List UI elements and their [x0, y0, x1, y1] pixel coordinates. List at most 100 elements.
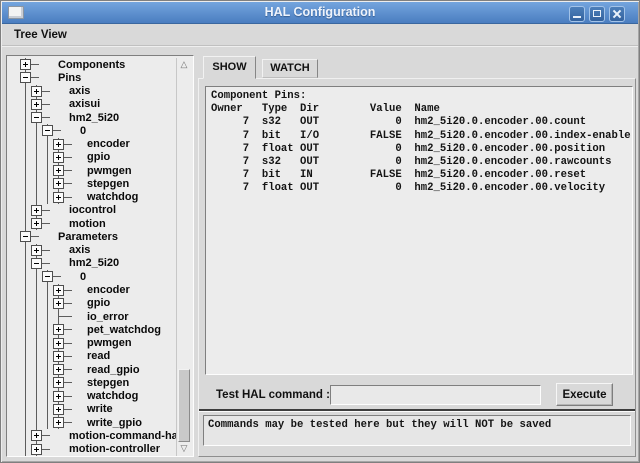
tree-item[interactable]: gpio	[9, 297, 178, 310]
tree-guide-line	[25, 323, 26, 336]
tree-guide-line	[47, 310, 48, 323]
tree-item[interactable]: encoder	[9, 138, 178, 151]
tree-item[interactable]: gpio	[9, 151, 178, 164]
tree-item[interactable]: hm2_5i20	[9, 257, 178, 270]
tree-item[interactable]: Components	[9, 58, 178, 71]
tree-guide-line	[25, 416, 26, 429]
expand-icon[interactable]	[31, 430, 42, 441]
tree-stub-line	[42, 449, 50, 450]
close-button[interactable]	[609, 6, 625, 22]
expand-icon[interactable]	[53, 338, 64, 349]
tree-item[interactable]: write_gpio	[9, 416, 178, 429]
tree-item[interactable]: iocontrol	[9, 204, 178, 217]
maximize-button[interactable]	[589, 6, 605, 22]
expand-icon[interactable]	[53, 364, 64, 375]
expand-icon[interactable]	[20, 59, 31, 70]
expand-icon[interactable]	[53, 165, 64, 176]
tree-item[interactable]: stepgen	[9, 376, 178, 389]
tree-guide-line	[47, 151, 48, 164]
expand-icon[interactable]	[53, 192, 64, 203]
tree-item[interactable]: pwmgen	[9, 164, 178, 177]
tree-item[interactable]: write	[9, 403, 178, 416]
expand-icon[interactable]	[53, 298, 64, 309]
tree-guide-line	[36, 191, 37, 204]
scroll-down-icon[interactable]: ▽	[177, 442, 191, 456]
scrollbar-thumb[interactable]	[178, 369, 190, 442]
collapse-icon[interactable]	[42, 271, 53, 282]
collapse-icon[interactable]	[31, 258, 42, 269]
hal-output-area[interactable]: Component Pins: Owner Type Dir Value Nam…	[205, 86, 633, 375]
tree-item-label: axis	[69, 244, 90, 256]
tree-stub-line	[42, 104, 50, 105]
tree-item[interactable]: 0	[9, 270, 178, 283]
tree-guide-line	[47, 284, 48, 297]
tree-item-label: gpio	[87, 151, 110, 163]
tree-scrollbar[interactable]: △ ▽	[176, 58, 191, 456]
hal-command-input[interactable]	[330, 385, 541, 405]
collapse-icon[interactable]	[20, 231, 31, 242]
expand-icon[interactable]	[31, 205, 42, 216]
expand-icon[interactable]	[53, 152, 64, 163]
tree-item[interactable]: read	[9, 350, 178, 363]
tree-item-label: write_gpio	[87, 417, 142, 429]
expand-icon[interactable]	[53, 377, 64, 388]
tree-guide-line	[47, 323, 48, 336]
notebook-tabs: SHOW WATCH	[198, 56, 635, 78]
tree-guide-line	[47, 390, 48, 403]
expand-icon[interactable]	[53, 404, 64, 415]
tree-item[interactable]: watchdog	[9, 191, 178, 204]
expand-icon[interactable]	[53, 285, 64, 296]
expand-icon[interactable]	[53, 139, 64, 150]
tree-stub-line	[53, 276, 61, 277]
tree-item-label: read_gpio	[87, 364, 140, 376]
tree-item[interactable]: io_error	[9, 310, 178, 323]
collapse-icon[interactable]	[42, 125, 53, 136]
tree-item[interactable]: hm2_5i20	[9, 111, 178, 124]
expand-icon[interactable]	[53, 324, 64, 335]
tree-item[interactable]: axisui	[9, 98, 178, 111]
tab-show[interactable]: SHOW	[203, 56, 256, 79]
expand-icon[interactable]	[31, 245, 42, 256]
tree-item[interactable]: motion-controller	[9, 443, 178, 456]
expand-icon[interactable]	[53, 391, 64, 402]
tree-item[interactable]: pwmgen	[9, 337, 178, 350]
tree-canvas[interactable]: ComponentsPinsaxisaxisuihm2_5i200encoder…	[9, 58, 178, 456]
expand-icon[interactable]	[53, 351, 64, 362]
tree-item[interactable]: watchdog	[9, 390, 178, 403]
tree-item[interactable]: encoder	[9, 284, 178, 297]
expand-icon[interactable]	[31, 86, 42, 97]
tree-item[interactable]: pet_watchdog	[9, 323, 178, 336]
expand-icon[interactable]	[53, 178, 64, 189]
execute-button[interactable]: Execute	[556, 383, 613, 406]
tree-item[interactable]: stepgen	[9, 177, 178, 190]
tree-item[interactable]: axis	[9, 244, 178, 257]
tree-item[interactable]: 0	[9, 124, 178, 137]
tree-stub-line	[64, 343, 72, 344]
expand-icon[interactable]	[53, 417, 64, 428]
expand-icon[interactable]	[31, 444, 42, 455]
tree-guide-line	[36, 138, 37, 151]
tree-guide-line	[47, 376, 48, 389]
tree-guide-line	[25, 350, 26, 363]
tree-stub-line	[42, 250, 50, 251]
tree-item[interactable]: read_gpio	[9, 363, 178, 376]
tab-watch[interactable]: WATCH	[262, 59, 318, 78]
menu-item-tree-view[interactable]: Tree View	[10, 27, 71, 43]
tree-item[interactable]: Parameters	[9, 230, 178, 243]
window-title: HAL Configuration	[2, 5, 638, 19]
collapse-icon[interactable]	[31, 112, 42, 123]
title-bar[interactable]: HAL Configuration	[2, 2, 638, 24]
tree-item-label: axisui	[69, 98, 100, 110]
expand-icon[interactable]	[31, 99, 42, 110]
tree-item-label: motion-controller	[69, 443, 160, 455]
tree-item[interactable]: motion-command-handl	[9, 429, 178, 442]
expand-icon[interactable]	[31, 218, 42, 229]
minimize-button[interactable]	[569, 6, 585, 22]
tree-item[interactable]: motion	[9, 217, 178, 230]
tree-item-label: watchdog	[87, 191, 138, 203]
collapse-icon[interactable]	[20, 72, 31, 83]
tree-item-label: watchdog	[87, 390, 138, 402]
scroll-up-icon[interactable]: △	[177, 58, 191, 72]
tree-item[interactable]: Pins	[9, 71, 178, 84]
tree-item[interactable]: axis	[9, 85, 178, 98]
